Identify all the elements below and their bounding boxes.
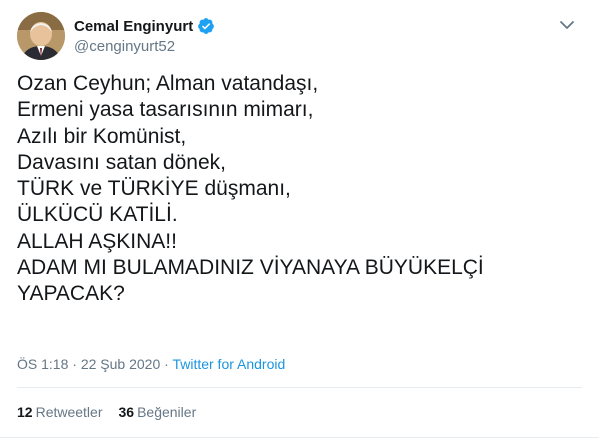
tweet-text-line: ADAM MI BULAMADINIZ VİYANAYA BÜYÜKELÇİ <box>17 256 484 280</box>
tweet-source-link[interactable]: Twitter for Android <box>172 356 285 372</box>
avatar-image <box>17 12 65 60</box>
likes-label: Beğeniler <box>137 404 197 420</box>
tweet-text-line: Azılı bir Komünist, <box>17 124 187 148</box>
chevron-down-icon[interactable] <box>556 14 578 36</box>
tweet-stats: 12 Retweetler 36 Beğeniler <box>17 404 196 420</box>
display-name[interactable]: Cemal Enginyurt <box>74 18 193 35</box>
likes-count: 36 <box>118 404 135 420</box>
tweet-text-line: Ozan Ceyhun; Alman vatandaşı, <box>17 72 319 95</box>
tweet-text-line: TÜRK ve TÜRKİYE düşmanı, <box>17 177 291 201</box>
retweets-label: Retweetler <box>35 404 103 420</box>
tweet-text-line: YAPACAK? <box>17 282 125 306</box>
display-name-row: Cemal Enginyurt <box>74 16 215 36</box>
tweet-header: Cemal Enginyurt @cenginyurt52 <box>17 12 582 62</box>
tweet-text-line: Ermeni yasa tasarısının mimarı, <box>17 98 314 122</box>
avatar[interactable] <box>17 12 65 60</box>
retweets-stat[interactable]: 12 Retweetler <box>17 404 103 420</box>
tweet-text-line: Davasını satan dönek, <box>17 150 226 174</box>
tweet-time[interactable]: ÖS 1:18 <box>17 356 68 372</box>
tweet-text-line: ÜLKÜCÜ KATİLİ. <box>17 203 178 227</box>
likes-stat[interactable]: 36 Beğeniler <box>119 404 197 420</box>
username[interactable]: @cenginyurt52 <box>74 38 215 55</box>
tweet-text-line: ALLAH AŞKINA!! <box>17 229 177 253</box>
author-names: Cemal Enginyurt @cenginyurt52 <box>74 16 215 55</box>
tweet-date[interactable]: 22 Şub 2020 <box>81 356 160 372</box>
tweet-text: Ozan Ceyhun; Alman vatandaşı, Ermeni yas… <box>17 71 587 308</box>
meta-separator: · <box>160 356 173 372</box>
meta-separator: · <box>68 356 81 372</box>
retweets-count: 12 <box>17 404 33 420</box>
tweet-card: Cemal Enginyurt @cenginyurt52 Ozan Ceyhu… <box>0 0 599 438</box>
tweet-meta: ÖS 1:18 · 22 Şub 2020 · Twitter for Andr… <box>17 356 285 372</box>
stats-divider <box>17 387 582 388</box>
verified-badge-icon <box>197 17 215 35</box>
